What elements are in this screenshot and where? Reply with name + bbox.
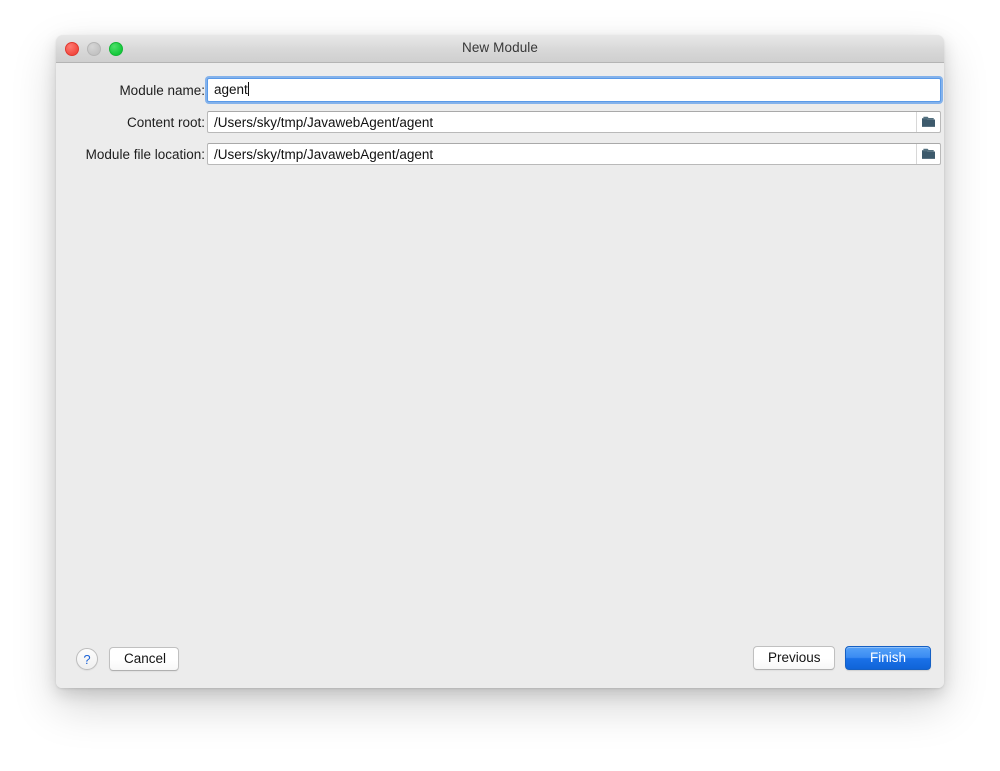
form-row-content-root: Content root:	[67, 106, 933, 138]
help-button[interactable]: ?	[76, 648, 98, 670]
new-module-dialog: New Module Module name: agent Content ro…	[56, 35, 944, 688]
module-form: Module name: agent Content root:	[67, 74, 933, 170]
dialog-title: New Module	[56, 40, 944, 55]
module-name-field-wrap: agent	[207, 78, 941, 102]
dialog-titlebar: New Module	[56, 35, 944, 63]
previous-button[interactable]: Previous	[753, 646, 835, 670]
content-root-field-wrap	[207, 111, 941, 133]
content-root-browse-button[interactable]	[916, 112, 940, 132]
folder-icon	[921, 148, 936, 160]
folder-icon	[921, 116, 936, 128]
cancel-button[interactable]: Cancel	[109, 647, 179, 671]
dialog-footer: ? Cancel Previous Finish	[56, 627, 944, 688]
form-row-module-name: Module name: agent	[67, 74, 933, 106]
label-content-root: Content root:	[67, 115, 205, 130]
label-module-file-location: Module file location:	[67, 147, 205, 162]
content-root-input[interactable]	[207, 111, 941, 133]
label-module-name: Module name:	[67, 83, 205, 98]
module-name-value: agent	[214, 82, 248, 97]
screen: New Module Module name: agent Content ro…	[0, 0, 1000, 771]
finish-button[interactable]: Finish	[845, 646, 931, 670]
module-file-location-field-wrap	[207, 143, 941, 165]
dialog-content: Module name: agent Content root:	[56, 63, 944, 688]
text-caret	[248, 82, 249, 96]
form-row-module-file-location: Module file location:	[67, 138, 933, 170]
module-file-location-browse-button[interactable]	[916, 144, 940, 164]
module-name-input[interactable]: agent	[207, 78, 941, 102]
module-file-location-input[interactable]	[207, 143, 941, 165]
